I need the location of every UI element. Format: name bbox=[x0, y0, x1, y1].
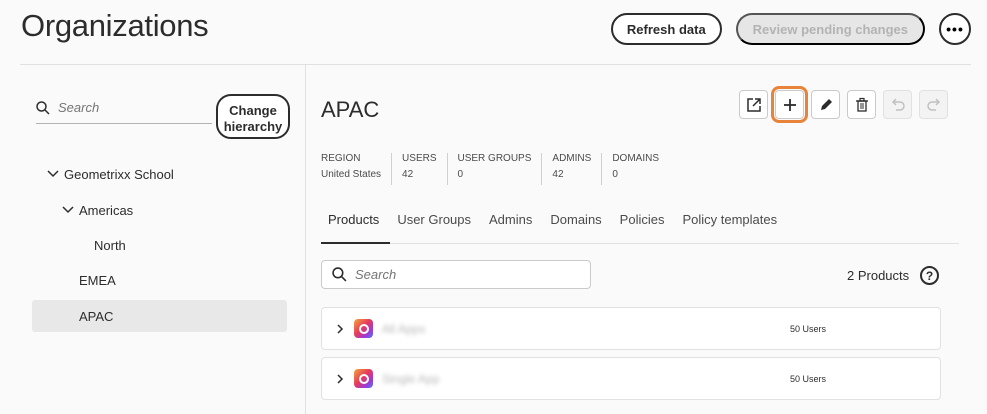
product-users: 50 Users bbox=[790, 323, 827, 334]
stat-users: USERS 42 bbox=[402, 153, 448, 185]
tree-item-label: APAC bbox=[79, 308, 114, 324]
product-users: 50 Users bbox=[790, 373, 827, 384]
org-stats: REGION United States USERS 42 USER GROUP… bbox=[321, 153, 679, 185]
change-hierarchy-button[interactable]: Change hierarchy bbox=[216, 94, 290, 139]
tree-item-north[interactable]: North bbox=[94, 229, 126, 261]
tree-item-geometrixx-school[interactable]: Geometrixx School bbox=[46, 158, 174, 190]
tab-domains[interactable]: Domains bbox=[543, 204, 612, 244]
product-name: All Apps bbox=[382, 321, 426, 336]
product-search bbox=[321, 260, 591, 289]
product-name: Single App bbox=[382, 371, 440, 386]
chevron-right-icon[interactable] bbox=[335, 323, 345, 334]
search-icon bbox=[332, 267, 347, 282]
stat-region: REGION United States bbox=[321, 153, 393, 185]
add-icon bbox=[783, 98, 796, 111]
tree-item-label: North bbox=[94, 237, 126, 253]
add-button[interactable] bbox=[771, 86, 808, 123]
delete-button[interactable] bbox=[847, 90, 876, 119]
review-pending-changes-button[interactable]: Review pending changes bbox=[735, 13, 925, 45]
stat-domains: DOMAINS 0 bbox=[612, 153, 659, 180]
tab-user-groups[interactable]: User Groups bbox=[390, 204, 482, 244]
chevron-down-icon[interactable] bbox=[46, 167, 60, 181]
tree-item-apac[interactable]: APAC bbox=[32, 300, 287, 332]
org-name: APAC bbox=[321, 97, 380, 122]
open-external-button[interactable] bbox=[739, 90, 768, 119]
more-options-button[interactable]: ••• bbox=[939, 13, 971, 45]
detail-tabs: Products User Groups Admins Domains Poli… bbox=[321, 204, 959, 244]
creative-cloud-icon bbox=[354, 319, 373, 338]
product-row[interactable]: Single App 50 Users bbox=[321, 357, 941, 400]
tab-policy-templates[interactable]: Policy templates bbox=[675, 204, 788, 244]
product-row[interactable]: All Apps 50 Users bbox=[321, 307, 941, 350]
tree-item-americas[interactable]: Americas bbox=[61, 194, 133, 226]
redo-icon bbox=[926, 97, 940, 111]
tree-item-label: Americas bbox=[79, 202, 134, 218]
tree-item-emea[interactable]: EMEA bbox=[79, 264, 116, 296]
redo-button[interactable] bbox=[919, 90, 948, 119]
open-external-icon bbox=[746, 97, 761, 112]
refresh-data-button[interactable]: Refresh data bbox=[610, 13, 722, 45]
delete-icon bbox=[855, 97, 868, 112]
stat-user-groups: USER GROUPS 0 bbox=[458, 153, 543, 185]
product-count: 2 Products bbox=[847, 268, 910, 283]
tree-item-label: EMEA bbox=[79, 272, 116, 288]
search-icon bbox=[36, 100, 50, 115]
creative-cloud-icon bbox=[354, 369, 373, 388]
tab-policies[interactable]: Policies bbox=[613, 204, 676, 244]
tree-search-input[interactable] bbox=[58, 100, 198, 115]
tab-admins[interactable]: Admins bbox=[482, 204, 543, 244]
header-divider bbox=[20, 64, 971, 65]
tree-search bbox=[36, 92, 212, 124]
tab-products[interactable]: Products bbox=[321, 204, 391, 244]
page-title: Organizations bbox=[21, 8, 209, 43]
more-icon: ••• bbox=[946, 21, 964, 37]
chevron-right-icon[interactable] bbox=[335, 373, 345, 384]
detail-toolbar bbox=[739, 86, 948, 123]
edit-button[interactable] bbox=[811, 90, 840, 119]
help-icon[interactable]: ? bbox=[920, 266, 939, 285]
panel-divider bbox=[305, 65, 306, 414]
undo-icon bbox=[891, 97, 905, 111]
tree-item-label: Geometrixx School bbox=[64, 166, 174, 182]
stat-admins: ADMINS 42 bbox=[552, 153, 603, 185]
header-actions: Refresh data Review pending changes ••• bbox=[610, 13, 971, 45]
edit-icon bbox=[820, 98, 832, 110]
undo-button[interactable] bbox=[883, 90, 912, 119]
product-search-input[interactable] bbox=[355, 267, 575, 282]
chevron-down-icon[interactable] bbox=[61, 203, 75, 217]
